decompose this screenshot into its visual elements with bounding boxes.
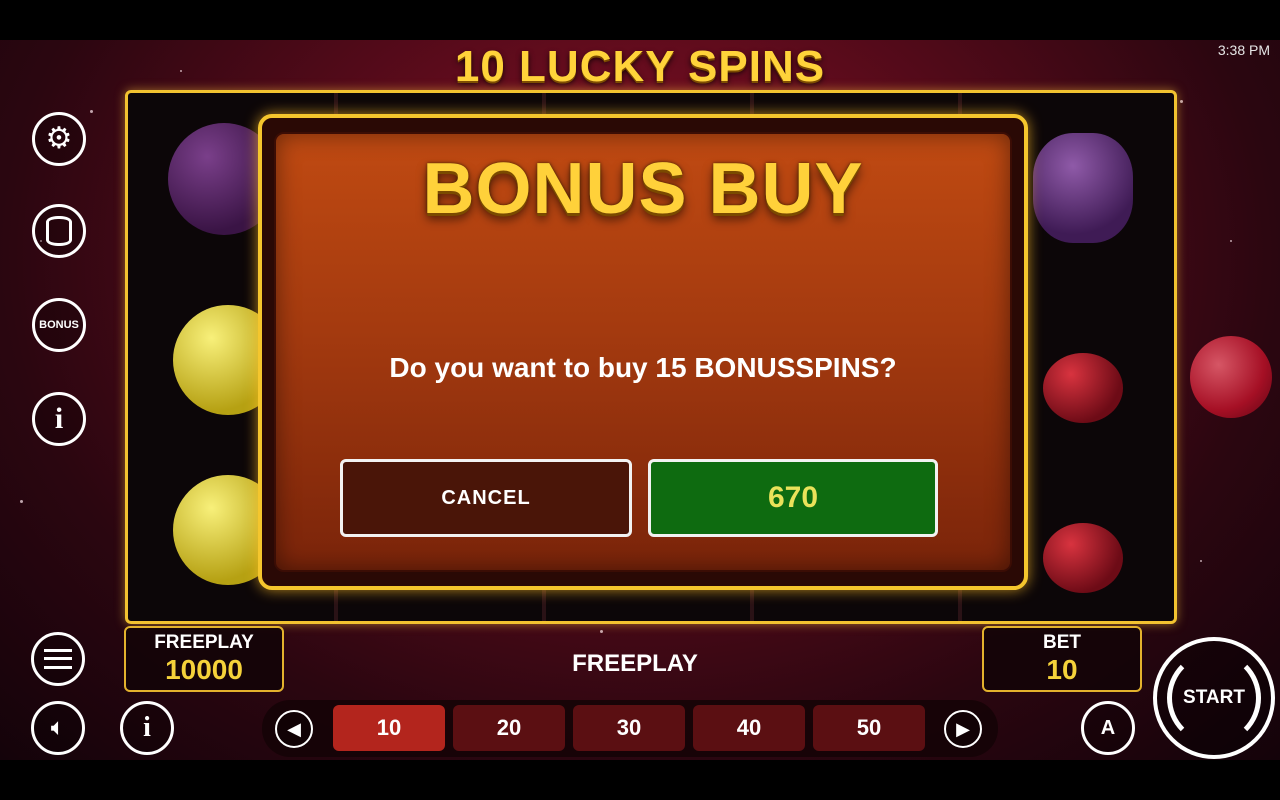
info-icon: i [143,712,151,743]
sound-button[interactable]: 🔈︎ [31,701,85,755]
sparkle [600,630,603,633]
system-bar [0,760,1280,800]
bonus-buy-button[interactable]: BONUS [32,298,86,352]
balance-label: FREEPLAY [154,632,254,653]
sparkle [90,110,93,113]
settings-button[interactable]: ⚙ [32,112,86,166]
balance-value: 10000 [165,654,243,685]
bonus-button-label: BONUS [39,319,79,331]
menu-button[interactable] [31,632,85,686]
game-title: 10 LUCKY SPINS [454,42,826,91]
sparkle [20,500,23,503]
autoplay-icon: A [1100,716,1116,739]
bet-option[interactable]: 50 [813,705,925,751]
grapes-symbol [1033,133,1133,243]
cherries-symbol [1043,523,1123,593]
bet-option[interactable]: 30 [573,705,685,751]
hamburger-icon [44,649,72,669]
speaker-icon: 🔈︎ [50,714,66,741]
bet-decrease-button[interactable]: ◀ [275,710,313,748]
bet-increase-button[interactable]: ▶ [944,710,982,748]
sparkle [1180,100,1183,103]
sparkle [1230,240,1232,242]
info-icon: i [54,402,64,435]
confirm-buy-button[interactable]: 670 [648,459,938,537]
coin-stack-icon [46,216,72,246]
dialog-question: Do you want to buy 15 BONUSSPINS? [389,352,897,383]
paytable-info-button[interactable]: i [32,392,86,446]
game-mode-label: FREEPLAY [572,650,698,677]
cherries-symbol [1043,353,1123,423]
gear-icon: ⚙ [45,122,73,155]
bet-option[interactable]: 10 [333,705,445,751]
bet-option[interactable]: 40 [693,705,805,751]
bokeh-bubble [1190,336,1272,418]
bet-panel: BET 10 [982,626,1142,692]
refresh-arrows-icon [1167,651,1261,745]
arrow-left-icon: ◀ [287,718,301,739]
dialog-title: BONUS BUY [422,149,864,229]
stake-button[interactable] [32,204,86,258]
bet-option[interactable]: 20 [453,705,565,751]
balance-panel: FREEPLAY 10000 [124,626,284,692]
cancel-button[interactable]: CANCEL [340,459,632,537]
arrow-right-icon: ▶ [956,718,970,739]
status-bar [0,0,1280,40]
info-button[interactable]: i [120,701,174,755]
bet-value: 10 [1046,654,1078,685]
bet-label: BET [1043,632,1081,653]
autoplay-button[interactable]: A [1081,701,1135,755]
sparkle [1200,560,1202,562]
